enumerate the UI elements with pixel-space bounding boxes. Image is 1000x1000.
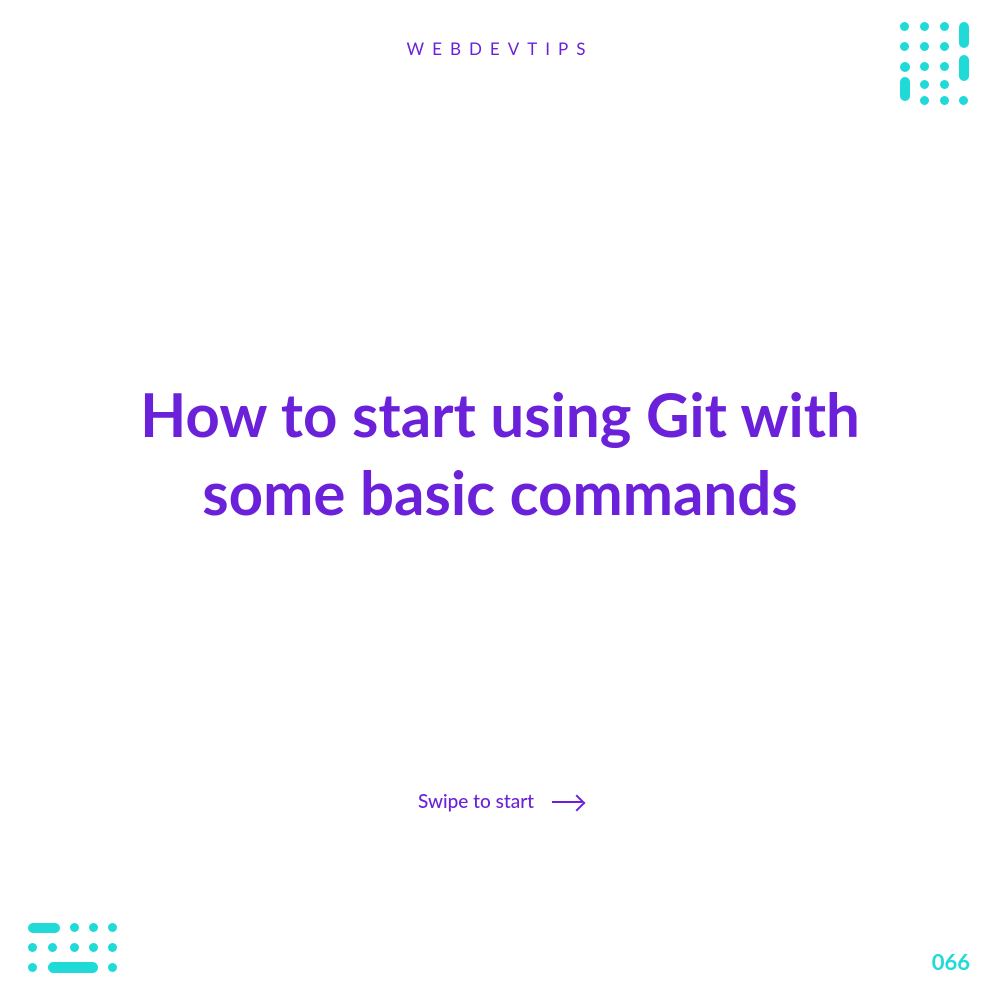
decoration-bottom-left-icon (28, 923, 123, 978)
page-number: 066 (932, 948, 970, 975)
decoration-top-right-icon (900, 22, 978, 107)
arrow-right-icon (552, 801, 582, 803)
brand-label: WEBDEVTIPS (407, 38, 594, 59)
page-title: How to start using Git with some basic c… (100, 375, 900, 531)
swipe-prompt[interactable]: Swipe to start (418, 790, 582, 813)
swipe-label: Swipe to start (418, 790, 534, 813)
